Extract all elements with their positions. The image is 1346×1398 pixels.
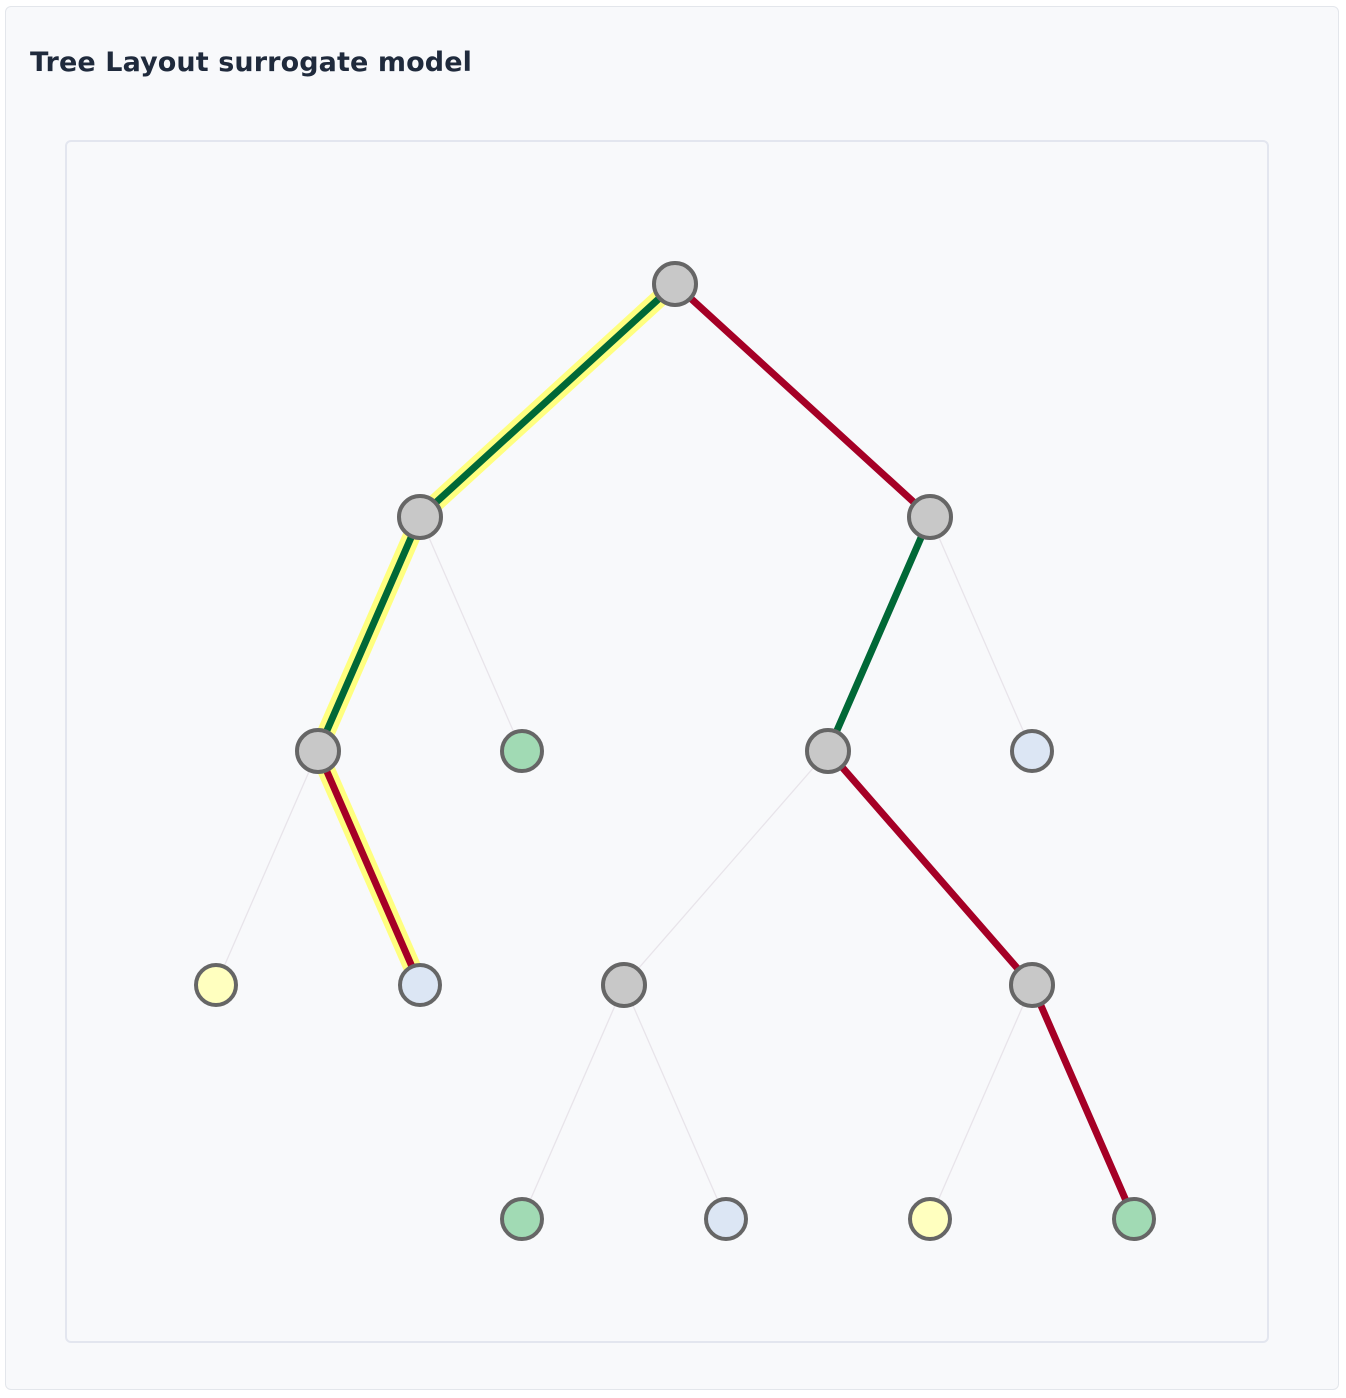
tree-nodes	[194, 261, 1156, 1241]
edge-n1-n4	[419, 516, 523, 752]
tree-diagram	[194, 261, 1156, 1241]
edge-n9-n11	[521, 984, 625, 1220]
edge-n5-n10	[824, 747, 1036, 989]
edge-n10-n14	[1028, 981, 1138, 1223]
split-node-n2[interactable]	[907, 494, 953, 540]
edge-n10-n13	[929, 984, 1033, 1220]
split-node-n5[interactable]	[805, 728, 851, 774]
edge-n5-n9	[623, 750, 829, 986]
leaf-node-n4[interactable]	[500, 729, 544, 773]
leaf-node-n14[interactable]	[1112, 1197, 1156, 1241]
edge-n2-n5	[824, 513, 934, 755]
leaf-node-n7[interactable]	[194, 963, 238, 1007]
leaf-node-n13[interactable]	[908, 1197, 952, 1241]
split-node-n0[interactable]	[652, 261, 698, 307]
edge-n3-n8	[314, 747, 424, 989]
edge-n9-n12	[623, 984, 727, 1220]
edge-n2-n6	[929, 516, 1033, 752]
leaf-node-n8[interactable]	[398, 963, 442, 1007]
leaf-node-n12[interactable]	[704, 1197, 748, 1241]
split-node-n10[interactable]	[1009, 962, 1055, 1008]
split-node-n1[interactable]	[397, 494, 443, 540]
split-node-n9[interactable]	[601, 962, 647, 1008]
tree-edges	[215, 280, 1138, 1223]
edge-n1-n3	[314, 513, 424, 755]
edge-n3-n7	[215, 750, 319, 986]
split-node-n3[interactable]	[295, 728, 341, 774]
leaf-node-n11[interactable]	[500, 1197, 544, 1241]
edge-n0-n2	[671, 280, 934, 521]
edge-n0-n1	[416, 280, 679, 521]
leaf-node-n6[interactable]	[1010, 729, 1054, 773]
